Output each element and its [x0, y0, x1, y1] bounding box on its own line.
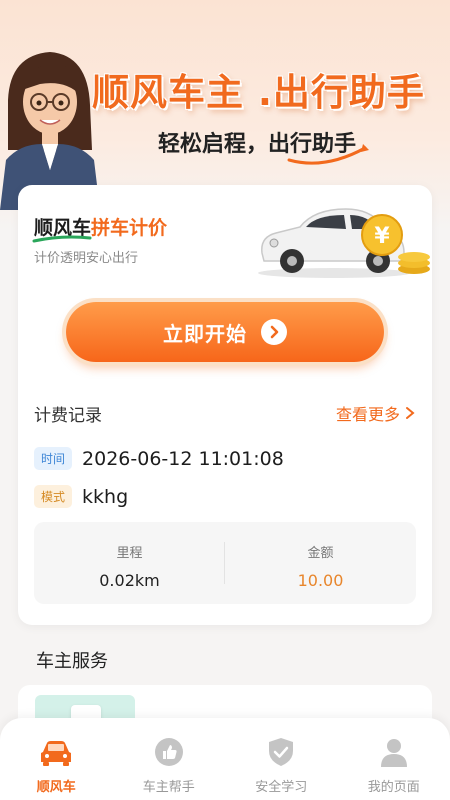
- svg-text:¥: ¥: [374, 224, 390, 249]
- amount-stat: 金额 10.00: [225, 522, 416, 604]
- tab-my-page[interactable]: 我的页面: [338, 718, 450, 800]
- start-button-label: 立即开始: [163, 321, 247, 346]
- user-icon: [377, 736, 411, 768]
- view-more-link[interactable]: 查看更多: [336, 401, 416, 425]
- bottom-tab-bar: 顺风车 车主帮手 安全学习 我的页面: [0, 718, 450, 800]
- tab-label: 顺风车: [36, 780, 76, 795]
- owner-services-title: 车主服务: [36, 651, 108, 672]
- title-underline-decoration: [32, 235, 92, 243]
- billing-records-title: 计费记录: [34, 406, 102, 426]
- chevron-right-icon: [261, 319, 287, 345]
- mode-tag: 模式: [34, 485, 73, 508]
- amount-label: 金额: [307, 546, 334, 561]
- record-time-value: 2026-06-12 11:01:08: [82, 447, 284, 470]
- shield-check-icon: [264, 736, 298, 768]
- time-tag: 时间: [34, 447, 73, 470]
- distance-value: 0.02km: [99, 571, 160, 590]
- distance-label: 里程: [116, 546, 143, 561]
- tab-safety-learning[interactable]: 安全学习: [225, 718, 338, 800]
- record-mode-row: 模式 kkhg: [34, 485, 128, 508]
- car-and-coins-illustration: ¥: [258, 208, 430, 278]
- view-more-label: 查看更多: [335, 405, 400, 424]
- swoosh-decoration-icon: [287, 144, 369, 165]
- chevron-right-icon: [406, 407, 415, 419]
- start-now-button[interactable]: 立即开始: [66, 302, 384, 362]
- tab-label: 我的页面: [367, 780, 420, 795]
- record-time-row: 时间 2026-06-12 11:01:08: [34, 447, 284, 470]
- thumbs-up-icon: [152, 736, 186, 768]
- distance-stat: 里程 0.02km: [34, 522, 225, 604]
- amount-value: 10.00: [297, 571, 344, 590]
- record-stats-box: 里程 0.02km 金额 10.00: [34, 522, 416, 604]
- card-title-accent: 拼车计价: [91, 217, 168, 239]
- tab-label: 安全学习: [255, 780, 308, 795]
- tab-label: 车主帮手: [142, 780, 195, 795]
- tab-owner-helper[interactable]: 车主帮手: [113, 718, 226, 800]
- tab-rideshare[interactable]: 顺风车: [0, 718, 113, 800]
- record-mode-value: kkhg: [82, 485, 129, 508]
- pricing-card: 顺风车拼车计价 计价透明安心出行 ¥ 立即开始 计费记录 查看更多 时间 202…: [18, 185, 432, 625]
- hero-title: 顺风车主 .出行助手: [92, 71, 425, 114]
- card-subtitle: 计价透明安心出行: [34, 251, 139, 266]
- car-icon: [39, 736, 73, 768]
